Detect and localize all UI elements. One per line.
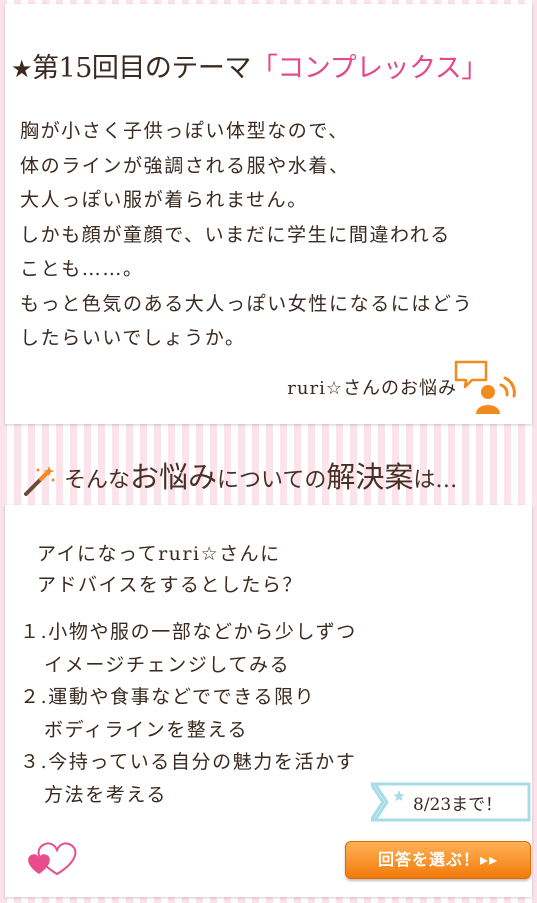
- advice-item-line: １.小物や服の一部などから少しずつ: [20, 621, 357, 643]
- banner-part: お悩み: [130, 460, 218, 494]
- solution-banner: そんなお悩みについての解決案は…: [0, 450, 537, 500]
- advice-intro: アイになってruri☆さんに アドバイスをするとしたら？: [37, 539, 303, 601]
- advice-item-line: 方法を考える: [44, 783, 168, 806]
- advice-intro-line: アイになってruri☆さんに: [37, 543, 281, 565]
- theme-card: ★第15回目のテーマ「コンプレックス」 胸が小さく子供っぽい体型なので、 体のラ…: [5, 4, 532, 424]
- problem-text: 胸が小さく子供っぽい体型なので、 体のラインが強調される服や水着、 大人っぽい服…: [20, 114, 525, 356]
- problem-line: しかも顔が童顔で、いまだに学生に間違われる: [20, 223, 451, 246]
- banner-text: そんなお悩みについての解決案は…: [64, 454, 457, 496]
- advice-card: アイになってruri☆さんに アドバイスをするとしたら？ １.小物や服の一部など…: [5, 505, 532, 897]
- problem-line: ことも……。: [20, 258, 144, 280]
- advice-item: １.小物や服の一部などから少しずつ イメージチェンジしてみる: [20, 616, 357, 681]
- speech-person-icon: [454, 360, 516, 414]
- advice-item-line: ３.今持っている自分の魅力を活かす: [20, 751, 357, 773]
- theme-title-highlight: 「コンプレックス」: [250, 53, 488, 84]
- answer-button[interactable]: 回答を選ぶ！▸▸: [345, 841, 531, 879]
- problem-line: 大人っぽい服が着られません。: [20, 189, 308, 211]
- advice-item-line: ２.運動や食事などでできる限り: [20, 686, 316, 708]
- problem-line: もっと色気のある大人っぽい女性になるにはどう: [20, 292, 474, 315]
- problem-line: 体のラインが強調される服や水着、: [20, 154, 350, 177]
- advice-item-line: イメージチェンジしてみる: [44, 653, 291, 676]
- banner-part: そんな: [64, 468, 131, 493]
- advice-item: ２.運動や食事などでできる限り ボディラインを整える: [20, 681, 357, 746]
- star-icon: ★: [11, 55, 33, 83]
- problem-line: したらいいでしょうか。: [20, 327, 246, 349]
- theme-title: ★第15回目のテーマ「コンプレックス」: [11, 46, 488, 85]
- advice-list: １.小物や服の一部などから少しずつ イメージチェンジしてみる ２.運動や食事など…: [20, 616, 357, 811]
- banner-part: 解決案: [326, 460, 414, 494]
- advice-intro-line: アドバイスをするとしたら？: [37, 574, 303, 596]
- advice-item-line: ボディラインを整える: [44, 718, 249, 741]
- advice-item: ３.今持っている自分の魅力を活かす 方法を考える: [20, 746, 357, 811]
- banner-part: についての: [217, 468, 327, 493]
- deadline-text: 8/23まで！: [413, 795, 503, 815]
- theme-title-prefix: 第15回目のテーマ: [32, 53, 251, 84]
- hearts-icon: [28, 842, 77, 876]
- problem-line: 胸が小さく子供っぽい体型なので、: [20, 120, 349, 142]
- magic-wand-icon: [24, 466, 55, 496]
- deadline-ribbon: 8/23まで！: [371, 781, 533, 823]
- banner-part: は…: [413, 468, 458, 493]
- signature: ruri☆さんのお悩み: [287, 378, 457, 399]
